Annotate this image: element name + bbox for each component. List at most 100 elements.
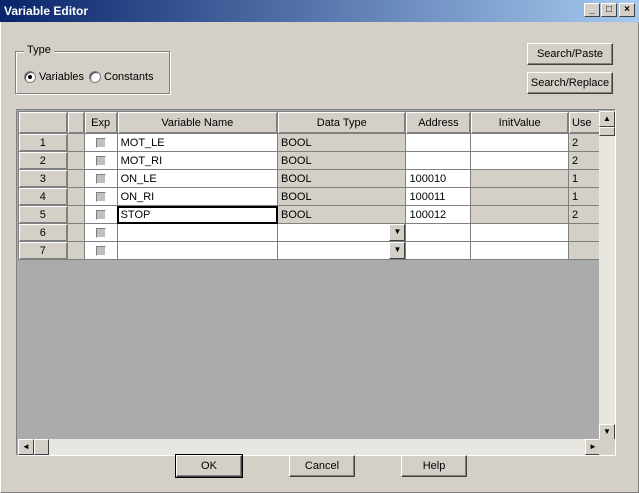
data-type-header[interactable]: Data Type (276, 111, 407, 134)
vertical-scrollbar[interactable]: ▲ ▼ (599, 111, 615, 440)
radio-constants-label: Constants (104, 71, 154, 83)
data-type-dropdown[interactable]: ▼ (276, 223, 407, 242)
maximize-button[interactable]: □ (601, 3, 617, 17)
dropdown-arrow-icon[interactable]: ▼ (389, 224, 405, 241)
scroll-down-icon[interactable]: ▼ (599, 424, 615, 440)
checkbox-icon (95, 227, 106, 238)
data-type-dropdown[interactable]: ▼ (276, 241, 407, 260)
dropdown-arrow-icon[interactable]: ▼ (389, 242, 405, 259)
row-number[interactable]: 1 (18, 133, 68, 152)
variable-name-cell[interactable]: ON_LE (116, 169, 279, 188)
variable-name-cell[interactable]: MOT_RI (116, 151, 279, 170)
row-marker (66, 133, 85, 152)
address-cell[interactable] (405, 133, 472, 152)
row-number[interactable]: 5 (18, 205, 68, 224)
window-title: Variable Editor (4, 4, 89, 18)
row-marker (66, 205, 85, 224)
init-value-cell[interactable] (470, 223, 569, 242)
corner-header[interactable] (18, 111, 68, 134)
search-paste-button[interactable]: Search/Paste (527, 43, 613, 65)
variable-table: Exp Variable Name Data Type Address Init… (18, 111, 601, 260)
table-row[interactable]: 1 MOT_LE BOOL 2 (18, 133, 601, 152)
table-row[interactable]: 6 ▼ (18, 223, 601, 242)
init-value-cell[interactable] (470, 205, 569, 224)
exp-checkbox[interactable] (83, 133, 118, 152)
radio-variables[interactable]: Variables (24, 71, 84, 83)
help-button[interactable]: Help (401, 455, 467, 477)
address-cell[interactable] (405, 241, 472, 260)
scroll-thumb-vertical[interactable] (599, 127, 615, 136)
address-header[interactable]: Address (405, 111, 472, 134)
row-number[interactable]: 7 (18, 241, 68, 260)
scroll-up-icon[interactable]: ▲ (599, 111, 615, 127)
row-marker (66, 151, 85, 170)
data-type-cell[interactable]: BOOL (276, 187, 407, 206)
use-cell: 2 (567, 133, 601, 152)
dialog-body: Type Variables Constants Search/Paste Se… (0, 22, 639, 493)
init-value-cell[interactable] (470, 169, 569, 188)
variable-name-cell[interactable] (116, 241, 279, 260)
scroll-left-icon[interactable]: ◄ (18, 439, 34, 455)
header-row: Exp Variable Name Data Type Address Init… (18, 111, 601, 134)
row-number[interactable]: 6 (18, 223, 68, 242)
variable-name-cell-active[interactable]: STOP (116, 205, 279, 224)
row-marker (66, 169, 85, 188)
marker-header[interactable] (66, 111, 85, 134)
search-replace-button[interactable]: Search/Replace (527, 72, 613, 94)
checkbox-icon (95, 173, 106, 184)
table-row[interactable]: 3 ON_LE BOOL 100010 1 (18, 169, 601, 188)
data-type-cell[interactable]: BOOL (276, 151, 407, 170)
use-cell: 2 (567, 205, 601, 224)
table-row[interactable]: 7 ▼ (18, 241, 601, 260)
address-cell[interactable] (405, 223, 472, 242)
data-type-cell[interactable]: BOOL (276, 133, 407, 152)
close-button[interactable]: × (619, 3, 635, 17)
init-value-cell[interactable] (470, 133, 569, 152)
exp-checkbox[interactable] (83, 169, 118, 188)
variable-name-cell[interactable] (116, 223, 279, 242)
exp-checkbox[interactable] (83, 187, 118, 206)
table-row[interactable]: 2 MOT_RI BOOL 2 (18, 151, 601, 170)
variable-name-cell[interactable]: ON_RI (116, 187, 279, 206)
scroll-corner (599, 439, 615, 455)
data-type-cell[interactable]: BOOL (276, 205, 407, 224)
exp-checkbox[interactable] (83, 241, 118, 260)
scroll-thumb-horizontal[interactable] (34, 439, 49, 455)
address-cell[interactable]: 100010 (405, 169, 472, 188)
row-marker (66, 241, 85, 260)
ok-button[interactable]: OK (175, 454, 243, 478)
type-groupbox: Type Variables Constants (15, 44, 170, 94)
variable-name-cell[interactable]: MOT_LE (116, 133, 279, 152)
init-value-cell[interactable] (470, 187, 569, 206)
init-value-cell[interactable] (470, 151, 569, 170)
exp-checkbox[interactable] (83, 223, 118, 242)
table-row[interactable]: 5 STOP BOOL 100012 2 (18, 205, 601, 224)
init-value-cell[interactable] (470, 241, 569, 260)
exp-checkbox[interactable] (83, 205, 118, 224)
exp-header[interactable]: Exp (83, 111, 118, 134)
minimize-button[interactable]: _ (584, 3, 600, 17)
horizontal-scrollbar[interactable]: ◄ ► (18, 439, 601, 455)
radio-constants[interactable]: Constants (89, 71, 154, 83)
use-header[interactable]: Use (567, 111, 601, 134)
init-value-header[interactable]: InitValue (470, 111, 569, 134)
use-cell: 1 (567, 169, 601, 188)
row-number[interactable]: 2 (18, 151, 68, 170)
address-cell[interactable] (405, 151, 472, 170)
variable-name-header[interactable]: Variable Name (116, 111, 279, 134)
use-cell (567, 241, 601, 260)
exp-checkbox[interactable] (83, 151, 118, 170)
use-cell: 1 (567, 187, 601, 206)
address-cell[interactable]: 100012 (405, 205, 472, 224)
row-number[interactable]: 4 (18, 187, 68, 206)
address-cell[interactable]: 100011 (405, 187, 472, 206)
checkbox-icon (95, 245, 106, 256)
row-number[interactable]: 3 (18, 169, 68, 188)
cancel-button[interactable]: Cancel (289, 455, 355, 477)
data-type-cell[interactable]: BOOL (276, 169, 407, 188)
table-row[interactable]: 4 ON_RI BOOL 100011 1 (18, 187, 601, 206)
use-cell: 2 (567, 151, 601, 170)
row-marker (66, 223, 85, 242)
checkbox-icon (95, 209, 106, 220)
type-legend: Type (24, 44, 54, 56)
